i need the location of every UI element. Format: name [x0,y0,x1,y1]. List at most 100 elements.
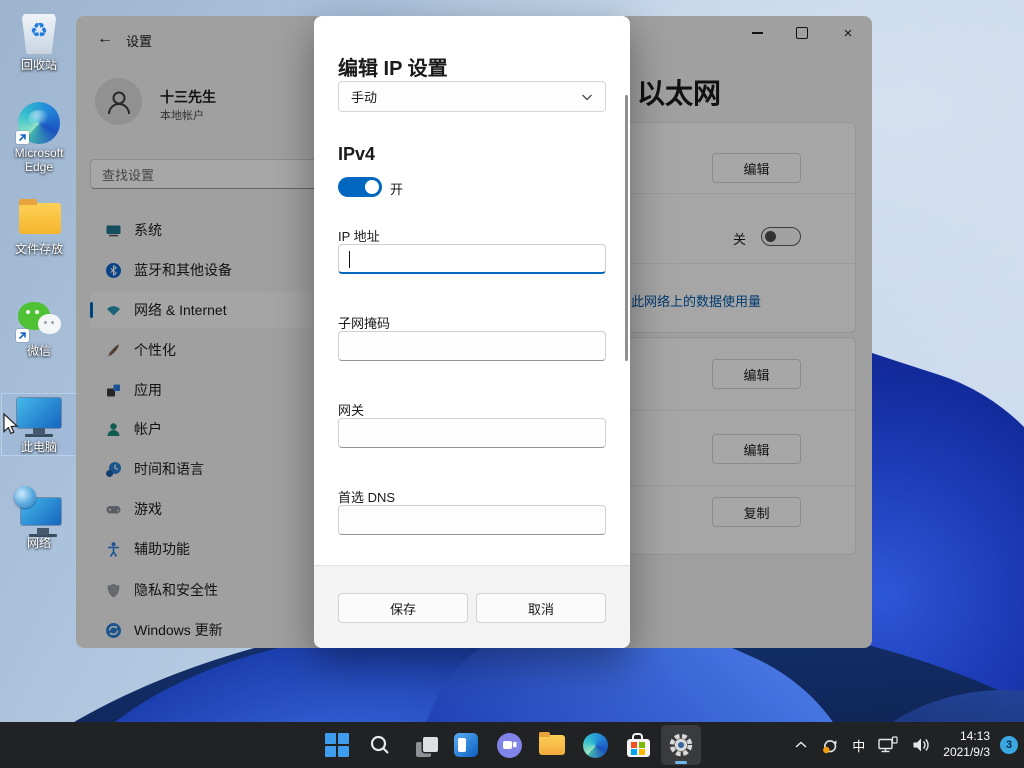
desktop-icon-edge[interactable]: Microsoft Edge [2,100,76,175]
sidebar-item-label: 系统 [134,220,162,240]
system-tray: 中 14:13 2021/9/3 3 [788,722,1018,768]
preferred-dns-label: 首选 DNS [338,487,395,506]
bluetooth-icon [105,262,122,279]
desktop: ♻ 回收站 Microsoft Edge 文件存放 微信 此电脑 网络 ← 设置 [0,0,1024,768]
edit-ip-settings-dialog: 编辑 IP 设置 手动 IPv4 开 IP 地址 子网掩码 网关 首选 DNS … [314,16,630,648]
sidebar-item-gaming[interactable]: 游戏 [90,491,312,527]
desktop-icon-label: Microsoft Edge [2,147,76,175]
save-button[interactable]: 保存 [338,593,468,623]
tray-volume[interactable] [905,725,937,765]
desktop-icon-file-folder[interactable]: 文件存放 [2,196,76,257]
ipv4-toggle-label: 开 [390,179,403,198]
dropdown-selected-value: 手动 [351,87,377,106]
sidebar-item-label: 时间和语言 [134,459,204,479]
avatar[interactable] [95,78,142,125]
speaker-icon [911,736,931,754]
sidebar-item-label: Windows 更新 [134,620,223,640]
search-input[interactable]: 查找设置 [90,159,336,189]
taskbar: 中 14:13 2021/9/3 3 [0,722,1024,768]
file-explorer-button[interactable] [532,725,572,765]
sidebar-item-privacy-security[interactable]: 隐私和安全性 [90,572,312,608]
edit-ip-assignment-button[interactable]: 编辑 [712,434,801,464]
chevron-down-icon [581,93,593,101]
edit-ip-button[interactable]: 编辑 [712,153,801,183]
sidebar-item-apps[interactable]: 应用 [90,372,312,408]
apps-icon [105,382,122,399]
copy-button[interactable]: 复制 [712,497,801,527]
sidebar-item-label: 个性化 [134,340,176,360]
edge-button[interactable] [575,725,615,765]
ip-address-input[interactable] [338,244,606,274]
sidebar-item-time-language[interactable]: 时间和语言 [90,451,312,487]
tray-update-pending[interactable] [814,725,846,765]
folder-icon [16,198,62,240]
sidebar-item-personalization[interactable]: 个性化 [90,332,312,368]
gateway-input[interactable] [338,418,606,448]
desktop-icon-label: 回收站 [2,59,76,73]
subnet-mask-input[interactable] [338,331,606,361]
minimize-button[interactable] [734,16,780,50]
tray-chevron-up[interactable] [788,725,814,765]
chat-icon [497,733,522,758]
accounts-icon [105,421,122,438]
close-icon: × [844,26,853,41]
settings-gear-icon [668,732,694,758]
sidebar-item-label: 网络 & Internet [134,300,227,320]
sidebar-item-system[interactable]: 系统 [90,212,312,248]
tray-clock[interactable]: 14:13 2021/9/3 [937,729,996,760]
dialog-footer: 保存 取消 [314,565,630,648]
close-button[interactable]: × [825,16,871,50]
notification-badge[interactable]: 3 [1000,736,1018,754]
search-placeholder: 查找设置 [102,165,154,184]
shield-icon [105,582,122,599]
sidebar-item-accessibility[interactable]: 辅助功能 [90,531,312,567]
sidebar-item-label: 隐私和安全性 [134,580,218,600]
desktop-icon-wechat[interactable]: 微信 [2,298,76,359]
accessibility-icon [105,541,122,558]
cancel-button[interactable]: 取消 [476,593,606,623]
user-name: 十三先生 [160,87,216,107]
tray-network[interactable] [871,725,905,765]
dialog-scrollbar[interactable] [625,95,628,361]
settings-button-active[interactable] [661,725,701,765]
preferred-dns-input[interactable] [338,505,606,535]
sidebar-item-label: 辅助功能 [134,539,190,559]
store-button[interactable] [618,725,658,765]
tray-time: 14:13 [943,729,990,745]
sidebar-item-bluetooth-devices[interactable]: 蓝牙和其他设备 [90,252,312,288]
ipv4-toggle[interactable] [338,177,382,197]
edit-dns-button[interactable]: 编辑 [712,359,801,389]
person-icon [105,88,133,116]
chat-button[interactable] [489,725,529,765]
sidebar-item-network-internet[interactable]: 网络 & Internet [90,292,312,328]
tray-ime-indicator[interactable]: 中 [846,725,871,765]
sidebar-item-windows-update[interactable]: Windows 更新 [90,612,312,648]
text-caret [349,251,350,268]
page-title: 以太网 [637,72,721,112]
desktop-icon-label: 微信 [2,345,76,359]
desktop-icon-label: 文件存放 [2,243,76,257]
ipv4-heading: IPv4 [338,144,375,165]
widgets-button[interactable] [446,725,486,765]
system-icon [105,222,122,239]
back-button[interactable]: ← [90,25,120,53]
desktop-icon-label: 此电脑 [2,441,76,455]
task-view-button[interactable] [403,725,443,765]
this-pc-icon [16,396,62,438]
search-button[interactable] [360,725,400,765]
desktop-icon-network[interactable]: 网络 [2,490,76,551]
maximize-button[interactable] [779,16,825,50]
selected-indicator [90,302,93,318]
network-places-icon [16,492,62,534]
sidebar-item-accounts[interactable]: 帐户 [90,411,312,447]
start-button[interactable] [317,725,357,765]
widgets-icon [454,733,478,757]
search-icon [368,733,392,757]
metered-connection-toggle[interactable] [761,227,801,246]
edge-icon [583,733,608,758]
maximize-icon [796,27,808,39]
data-usage-link[interactable]: 此网络上的数据使用量 [631,291,761,310]
sidebar-item-label: 应用 [134,380,162,400]
desktop-icon-recycle-bin[interactable]: ♻ 回收站 [2,12,76,73]
ip-assignment-dropdown[interactable]: 手动 [338,81,606,112]
